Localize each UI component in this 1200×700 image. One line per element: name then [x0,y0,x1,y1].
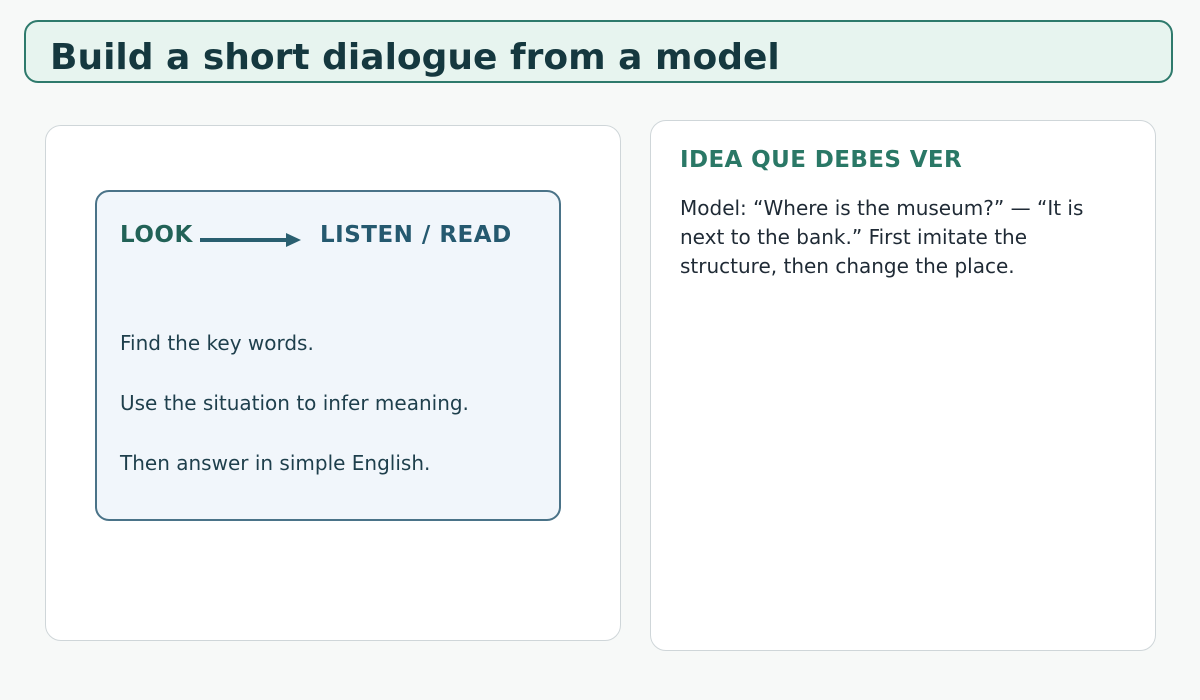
title-banner: Build a short dialogue from a model [24,20,1173,83]
arrow-head [286,233,301,247]
idea-body-text: Model: “Where is the museum?” — “It is n… [680,196,1084,278]
step-infer-meaning: Use the situation to infer meaning. [120,391,469,415]
idea-heading: IDEA QUE DEBES VER [680,147,963,173]
arrow-right-icon [200,233,301,247]
step-find-key-words: Find the key words. [120,331,314,355]
listen-read-label: LISTEN / READ [320,222,512,248]
step-answer-simply: Then answer in simple English. [120,451,431,475]
page-title: Build a short dialogue from a model [50,37,780,78]
look-label: LOOK [120,222,193,248]
